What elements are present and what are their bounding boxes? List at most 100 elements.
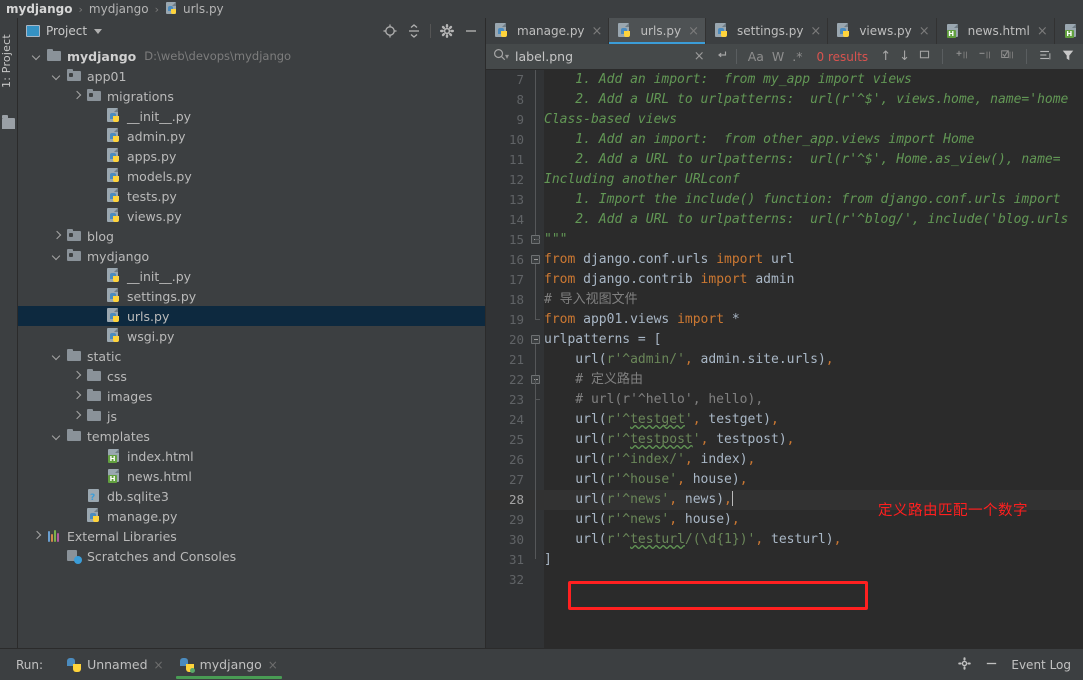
code-line[interactable]: 16 from django.conf.urls import url (486, 250, 1083, 270)
search-input[interactable]: label.png (515, 49, 694, 64)
code-line[interactable]: 14 2. Add a URL to urlpatterns: url(r'^b… (486, 210, 1083, 230)
fold-toggle-icon[interactable] (531, 255, 540, 264)
locate-icon[interactable] (382, 23, 398, 39)
tree-item-manage-py[interactable]: manage.py (18, 506, 485, 526)
tree-item-tests-py[interactable]: tests.py (18, 186, 485, 206)
chevron-right-icon[interactable] (72, 371, 83, 382)
structure-tool-icon[interactable] (2, 115, 15, 129)
tree-item-scratches-and-consoles[interactable]: Scratches and Consoles (18, 546, 485, 566)
close-icon[interactable]: × (1037, 25, 1048, 38)
editor-tab-urls-py[interactable]: urls.py × (609, 18, 707, 44)
code-line[interactable]: 8 2. Add a URL to urlpatterns: url(r'^$'… (486, 90, 1083, 110)
editor-tab-manage-py[interactable]: manage.py × (486, 18, 610, 44)
fold-toggle-icon[interactable] (531, 335, 540, 344)
tree-item--init-py[interactable]: __init__.py (18, 106, 485, 126)
search-dropdown-icon[interactable]: ▾ (505, 52, 509, 61)
select-occurrences-icon[interactable] (996, 48, 1019, 66)
close-icon[interactable]: × (592, 25, 603, 38)
code-line[interactable]: 31] (486, 550, 1083, 570)
code-line[interactable]: 17 from django.contrib import admin (486, 270, 1083, 290)
code-line[interactable]: 10 1. Add an import: from other_app.view… (486, 130, 1083, 150)
code-line[interactable]: 26 url(r'^index/', index), (486, 450, 1083, 470)
chevron-down-icon[interactable] (94, 28, 103, 34)
code-line[interactable]: 22 # 定义路由 (486, 370, 1083, 390)
project-tree[interactable]: mydjango D:\web\devops\mydjango app01 migra… (18, 44, 485, 648)
whole-words-toggle[interactable]: W (768, 49, 788, 64)
chevron-right-icon[interactable] (72, 391, 83, 402)
chevron-right-icon[interactable] (72, 411, 83, 422)
editor-tab-bar[interactable]: manage.py × urls.py × settings.py × views.py × H… (486, 18, 1083, 44)
tree-item-images[interactable]: images (18, 386, 485, 406)
select-all-occurrences-icon[interactable] (914, 48, 935, 65)
breadcrumb-item-package[interactable]: mydjango (89, 2, 149, 16)
code-editor[interactable]: 7 1. Add an import: from my_app import v… (486, 70, 1083, 648)
tree-item-urls-py[interactable]: urls.py (18, 306, 485, 326)
tree-item-db-sqlite3[interactable]: ? db.sqlite3 (18, 486, 485, 506)
tree-item-js[interactable]: js (18, 406, 485, 426)
code-line[interactable]: 20 urlpatterns = [ (486, 330, 1083, 350)
tree-item-views-py[interactable]: views.py (18, 206, 485, 226)
code-line[interactable]: 23 # url(r'^hello', hello), (486, 390, 1083, 410)
match-case-toggle[interactable]: Aa (744, 49, 768, 64)
tree-item-static[interactable]: static (18, 346, 485, 366)
run-tab-mydjango[interactable]: mydjango × (172, 649, 286, 680)
close-icon[interactable]: × (268, 658, 278, 672)
chevron-right-icon[interactable] (52, 231, 63, 242)
code-line[interactable]: 15 """ (486, 230, 1083, 250)
settings-gear-icon[interactable] (957, 656, 972, 674)
hide-icon[interactable] (984, 656, 999, 674)
tree-item-news-html[interactable]: Hnews.html (18, 466, 485, 486)
settings-gear-icon[interactable] (439, 23, 455, 39)
tree-item-apps-py[interactable]: apps.py (18, 146, 485, 166)
filter-scope-icon[interactable] (1034, 48, 1057, 66)
code-line[interactable]: 19 from app01.views import * (486, 310, 1083, 330)
close-icon[interactable]: × (688, 25, 699, 38)
close-icon[interactable]: × (154, 658, 164, 672)
tree-item-mydjango[interactable]: mydjango (18, 246, 485, 266)
regex-toggle[interactable]: .* (788, 49, 806, 64)
code-line[interactable]: 30 url(r'^testurl/(\d{1})', testurl), (486, 530, 1083, 550)
editor-tab-settings-py[interactable]: settings.py × (706, 18, 829, 44)
find-previous-icon[interactable]: ↑ (876, 49, 895, 64)
tree-item-index-html[interactable]: Hindex.html (18, 446, 485, 466)
remove-occurrence-icon[interactable] (973, 48, 996, 66)
chevron-down-icon[interactable] (52, 431, 63, 442)
chevron-down-icon[interactable] (52, 251, 63, 262)
tree-item-models-py[interactable]: models.py (18, 166, 485, 186)
code-line[interactable]: 11 2. Add a URL to urlpatterns: url(r'^$… (486, 150, 1083, 170)
run-tab-unnamed[interactable]: Unnamed × (59, 649, 172, 680)
tree-item-app01[interactable]: app01 (18, 66, 485, 86)
code-line[interactable]: 24 url(r'^testget', testget), (486, 410, 1083, 430)
search-history-icon[interactable] (715, 48, 729, 66)
project-tool-button[interactable]: 1: Project (0, 22, 18, 102)
tree-item-css[interactable]: css (18, 366, 485, 386)
code-line[interactable]: 25 url(r'^testpost', testpost), (486, 430, 1083, 450)
chevron-down-icon[interactable] (32, 51, 43, 62)
editor-tab-views-py[interactable]: views.py × (828, 18, 937, 44)
breadcrumb-item-file[interactable]: urls.py (183, 2, 224, 16)
add-occurrence-icon[interactable] (950, 48, 973, 66)
tree-item-mydjango[interactable]: mydjango D:\web\devops\mydjango (18, 46, 485, 66)
chevron-down-icon[interactable] (52, 71, 63, 82)
code-line[interactable]: 13 1. Import the include() function: fro… (486, 190, 1083, 210)
breadcrumb-item-project[interactable]: mydjango (6, 2, 73, 16)
code-line[interactable]: 18 # 导入视图文件 (486, 290, 1083, 310)
find-next-icon[interactable]: ↓ (895, 49, 914, 64)
editor-tab-news-html[interactable]: Hnews.html × (937, 18, 1055, 44)
tree-item-blog[interactable]: blog (18, 226, 485, 246)
chevron-right-icon[interactable] (72, 91, 83, 102)
tree-item-migrations[interactable]: migrations (18, 86, 485, 106)
filter-icon[interactable] (1057, 48, 1079, 66)
tree-item--init-py[interactable]: __init__.py (18, 266, 485, 286)
code-line[interactable]: 21 url(r'^admin/', admin.site.urls), (486, 350, 1083, 370)
tree-item-external-libraries[interactable]: External Libraries (18, 526, 485, 546)
close-icon[interactable]: × (810, 25, 821, 38)
editor-tab-index-html[interactable]: Hindex.html× (1055, 18, 1083, 44)
code-line[interactable]: 7 1. Add an import: from my_app import v… (486, 70, 1083, 90)
chevron-down-icon[interactable] (52, 351, 63, 362)
code-line[interactable]: 12 Including another URLconf (486, 170, 1083, 190)
hide-panel-icon[interactable] (463, 23, 479, 39)
collapse-all-icon[interactable] (406, 23, 422, 39)
clear-search-icon[interactable]: × (694, 49, 705, 64)
code-line[interactable]: 27 url(r'^house', house), (486, 470, 1083, 490)
